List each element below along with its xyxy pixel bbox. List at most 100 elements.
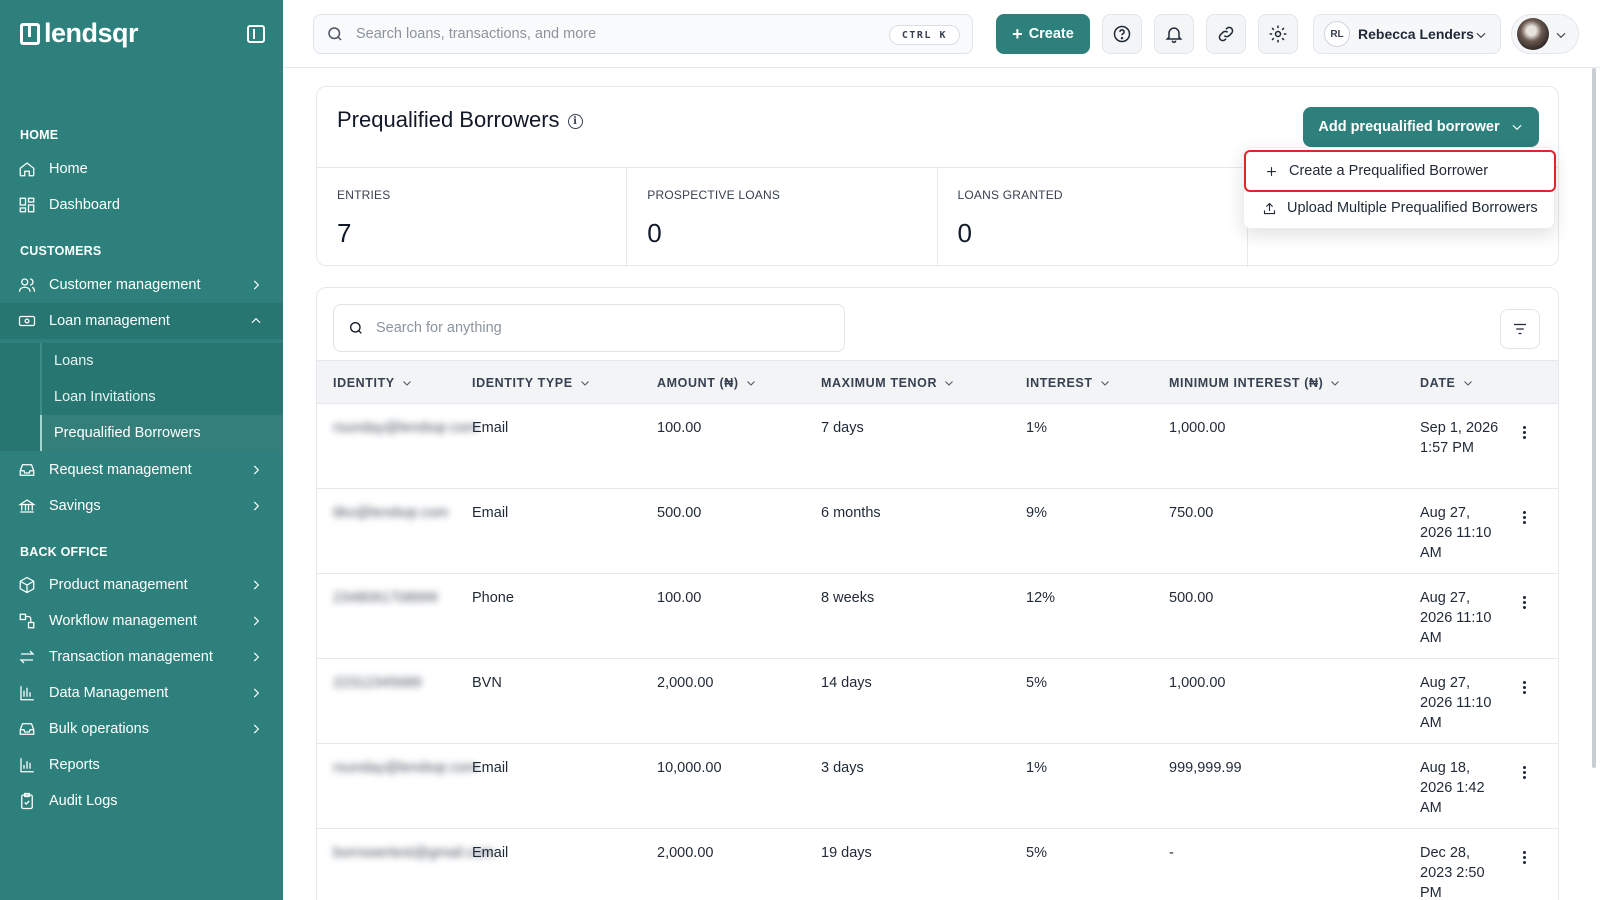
sidebar-item-label: Loan management bbox=[49, 313, 170, 329]
collapse-sidebar-icon[interactable] bbox=[247, 25, 265, 43]
create-button[interactable]: + Create bbox=[996, 14, 1090, 54]
cell-interest: 1% bbox=[1026, 760, 1047, 776]
column-header-interest[interactable]: INTEREST bbox=[1026, 361, 1111, 405]
sidebar-item-savings[interactable]: Savings bbox=[0, 488, 283, 524]
cell-tenor: 7 days bbox=[821, 420, 864, 436]
column-label: IDENTITY TYPE bbox=[472, 376, 573, 390]
global-search-input[interactable] bbox=[356, 26, 856, 42]
filter-button[interactable] bbox=[1500, 309, 1540, 349]
cell-min-interest: 999,999.99 bbox=[1169, 760, 1242, 776]
page-scrollbar[interactable] bbox=[1592, 68, 1596, 768]
row-actions-icon[interactable] bbox=[1516, 592, 1532, 612]
table-row[interactable]: tiko@lendsqr.com Email 500.00 6 months 9… bbox=[317, 489, 1558, 574]
sidebar-item-dashboard[interactable]: Dashboard bbox=[0, 187, 283, 223]
chevron-right-icon bbox=[249, 278, 263, 292]
users-icon bbox=[18, 276, 36, 294]
workflow-icon bbox=[18, 612, 36, 630]
column-header-minimum-interest[interactable]: MINIMUM INTEREST (₦) bbox=[1169, 361, 1341, 405]
gear-icon bbox=[1269, 25, 1287, 43]
sidebar-item-label: Audit Logs bbox=[49, 793, 118, 809]
cell-min-interest: 750.00 bbox=[1169, 505, 1214, 521]
table-row[interactable]: borrowertest@gmail.com Email 2,000.00 19… bbox=[317, 829, 1558, 900]
sidebar-item-workflow-management[interactable]: Workflow management bbox=[0, 603, 283, 639]
cell-identity: 22312345689 bbox=[333, 675, 422, 691]
row-actions-icon[interactable] bbox=[1516, 762, 1532, 782]
keyboard-shortcut: CTRL K bbox=[888, 25, 960, 45]
table-row[interactable]: 22312345689 BVN 2,000.00 14 days 5% 1,00… bbox=[317, 659, 1558, 744]
upload-icon bbox=[1263, 202, 1276, 214]
settings-button[interactable] bbox=[1258, 14, 1298, 54]
stat-value: 0 bbox=[957, 218, 972, 248]
sidebar-item-loans[interactable]: Loans bbox=[40, 343, 283, 379]
sidebar-item-home[interactable]: Home bbox=[0, 151, 283, 187]
sidebar-item-transaction-management[interactable]: Transaction management bbox=[0, 639, 283, 675]
column-header-amount[interactable]: AMOUNT (₦) bbox=[657, 361, 757, 405]
banknote-icon bbox=[18, 312, 36, 330]
add-prequalified-borrower-button[interactable]: Add prequalified borrower bbox=[1303, 107, 1539, 147]
column-header-date[interactable]: DATE bbox=[1420, 361, 1474, 405]
borrowers-table-card: IDENTITY IDENTITY TYPE AMOUNT (₦) MAXIMU… bbox=[316, 287, 1559, 900]
column-header-identity-type[interactable]: IDENTITY TYPE bbox=[472, 361, 591, 405]
sidebar-item-label: Home bbox=[49, 161, 88, 177]
row-actions-icon[interactable] bbox=[1516, 507, 1532, 527]
cell-date: Aug 27, 2026 11:10 AM bbox=[1420, 675, 1492, 731]
help-button[interactable] bbox=[1102, 14, 1142, 54]
chevron-right-icon bbox=[249, 686, 263, 700]
user-menu-button[interactable]: RL Rebecca Lenders bbox=[1313, 14, 1501, 54]
table-header: IDENTITY IDENTITY TYPE AMOUNT (₦) MAXIMU… bbox=[317, 360, 1558, 404]
cell-amount: 100.00 bbox=[657, 590, 702, 606]
transfer-icon bbox=[18, 648, 36, 666]
sidebar-item-label: Product management bbox=[49, 577, 188, 593]
sidebar: lendsqr HOME Home Dashboard CUSTOMERS Cu… bbox=[0, 0, 283, 900]
sidebar-item-data-management[interactable]: Data Management bbox=[0, 675, 283, 711]
cell-date: Aug 27, 2026 11:10 AM bbox=[1420, 590, 1492, 646]
sidebar-item-product-management[interactable]: Product management bbox=[0, 567, 283, 603]
brand-logo[interactable]: lendsqr bbox=[20, 18, 139, 49]
upload-prequalified-borrowers-item[interactable]: Upload Multiple Prequalified Borrowers bbox=[1244, 190, 1554, 226]
filter-icon bbox=[1514, 323, 1526, 335]
info-icon[interactable]: i bbox=[567, 114, 583, 129]
cell-tenor: 6 months bbox=[821, 505, 881, 521]
column-header-identity[interactable]: IDENTITY bbox=[333, 361, 413, 405]
notifications-button[interactable] bbox=[1154, 14, 1194, 54]
sidebar-item-loan-management[interactable]: Loan management bbox=[0, 303, 283, 339]
create-prequalified-borrower-item[interactable]: Create a Prequalified Borrower bbox=[1244, 150, 1556, 192]
cell-identity-type: Email bbox=[472, 505, 509, 521]
sidebar-item-reports[interactable]: Reports bbox=[0, 747, 283, 783]
chevron-right-icon bbox=[249, 722, 263, 736]
sidebar-item-audit-logs[interactable]: Audit Logs bbox=[0, 783, 283, 819]
cell-identity-type: Email bbox=[472, 420, 509, 436]
sidebar-item-label: Customer management bbox=[49, 277, 201, 293]
grid-icon bbox=[18, 196, 36, 214]
table-search[interactable] bbox=[333, 304, 845, 352]
sidebar-item-loan-invitations[interactable]: Loan Invitations bbox=[40, 379, 283, 415]
chart-icon bbox=[18, 756, 36, 774]
cell-identity: rsunday@lendsqr.com bbox=[333, 420, 478, 436]
table-row[interactable]: rsunday@lendsqr.com Email 100.00 7 days … bbox=[317, 404, 1558, 489]
table-row[interactable]: 2348061708999 Phone 100.00 8 weeks 12% 5… bbox=[317, 574, 1558, 659]
topbar: CTRL K + Create RL Rebecca Lenders bbox=[283, 0, 1600, 68]
row-actions-icon[interactable] bbox=[1516, 422, 1532, 442]
chevron-down-icon bbox=[1100, 381, 1109, 386]
sidebar-item-bulk-operations[interactable]: Bulk operations bbox=[0, 711, 283, 747]
add-button-label: Add prequalified borrower bbox=[1318, 119, 1500, 135]
table-search-input[interactable] bbox=[376, 320, 816, 336]
cell-identity-type: Email bbox=[472, 845, 509, 861]
cell-min-interest: 1,000.00 bbox=[1169, 420, 1226, 436]
sidebar-item-prequalified-borrowers[interactable]: Prequalified Borrowers bbox=[40, 415, 283, 451]
sidebar-item-label: Dashboard bbox=[49, 197, 120, 213]
profile-menu-button[interactable] bbox=[1511, 14, 1579, 54]
global-search[interactable]: CTRL K bbox=[313, 14, 973, 54]
sidebar-item-customer-management[interactable]: Customer management bbox=[0, 267, 283, 303]
row-actions-icon[interactable] bbox=[1516, 677, 1532, 697]
chevron-right-icon bbox=[249, 614, 263, 628]
help-circle-icon bbox=[1113, 25, 1131, 43]
cell-identity-type: BVN bbox=[472, 675, 502, 691]
column-header-maximum-tenor[interactable]: MAXIMUM TENOR bbox=[821, 361, 955, 405]
link-button[interactable] bbox=[1206, 14, 1246, 54]
row-actions-icon[interactable] bbox=[1516, 847, 1532, 867]
chevron-right-icon bbox=[249, 463, 263, 477]
table-row[interactable]: rsunday@lendsqr.com Email 10,000.00 3 da… bbox=[317, 744, 1558, 829]
box-icon bbox=[18, 576, 36, 594]
sidebar-item-request-management[interactable]: Request management bbox=[0, 452, 283, 488]
